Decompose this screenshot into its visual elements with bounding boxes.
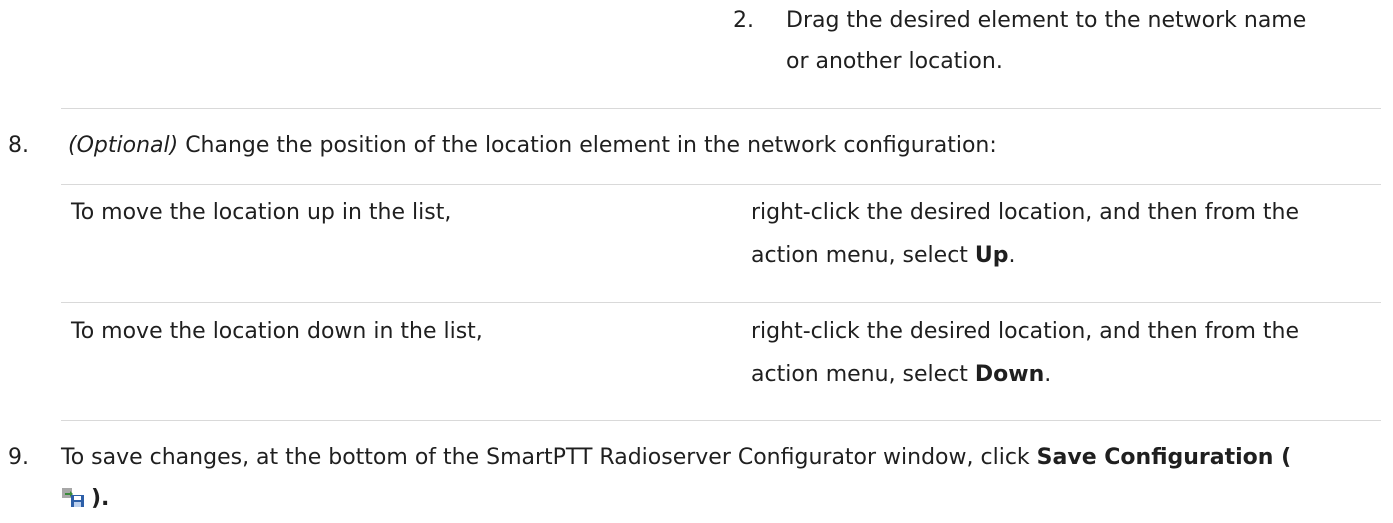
step-8-description: Change the position of the location elem… (185, 133, 997, 158)
save-configuration-close: ). (91, 486, 110, 511)
menu-item-down: Down (974, 362, 1045, 387)
instruction-text: action menu, select (751, 243, 975, 268)
step-9-description: To save changes, at the bottom of the Sm… (61, 445, 1037, 470)
table-row-2-instruction-line2: action menu, select Down. (751, 354, 1051, 396)
instruction-suffix: . (1008, 243, 1016, 268)
save-configuration-label: Save Configuration ( (1036, 445, 1292, 470)
save-configuration-icon (61, 481, 87, 507)
menu-item-up: Up (974, 243, 1009, 268)
table-row-1-instruction-line2: action menu, select Up. (751, 235, 1016, 277)
table-bottom-border (61, 420, 1381, 421)
step-9-number: 9. (8, 445, 29, 470)
table-row-1-instruction-line1: right-click the desired location, and th… (751, 200, 1300, 225)
table-row-divider (61, 302, 1381, 303)
step-9-text: To save changes, at the bottom of the Sm… (61, 437, 1291, 479)
instruction-suffix: . (1044, 362, 1052, 387)
optional-label: (Optional) (68, 133, 179, 158)
divider (61, 108, 1381, 109)
step-2-number: 2. (733, 8, 754, 33)
table-row-2-action: To move the location down in the list, (71, 319, 483, 344)
step-8-text: (Optional) Change the position of the lo… (68, 125, 997, 167)
instruction-text: action menu, select (751, 362, 975, 387)
table-row-2-instruction-line1: right-click the desired location, and th… (751, 319, 1300, 344)
table-top-border (61, 184, 1381, 185)
step-8-number: 8. (8, 133, 29, 158)
step-2-text-line1: Drag the desired element to the network … (786, 8, 1307, 33)
step-2-text-line2: or another location. (786, 49, 1003, 74)
table-row-1-action: To move the location up in the list, (71, 200, 452, 225)
